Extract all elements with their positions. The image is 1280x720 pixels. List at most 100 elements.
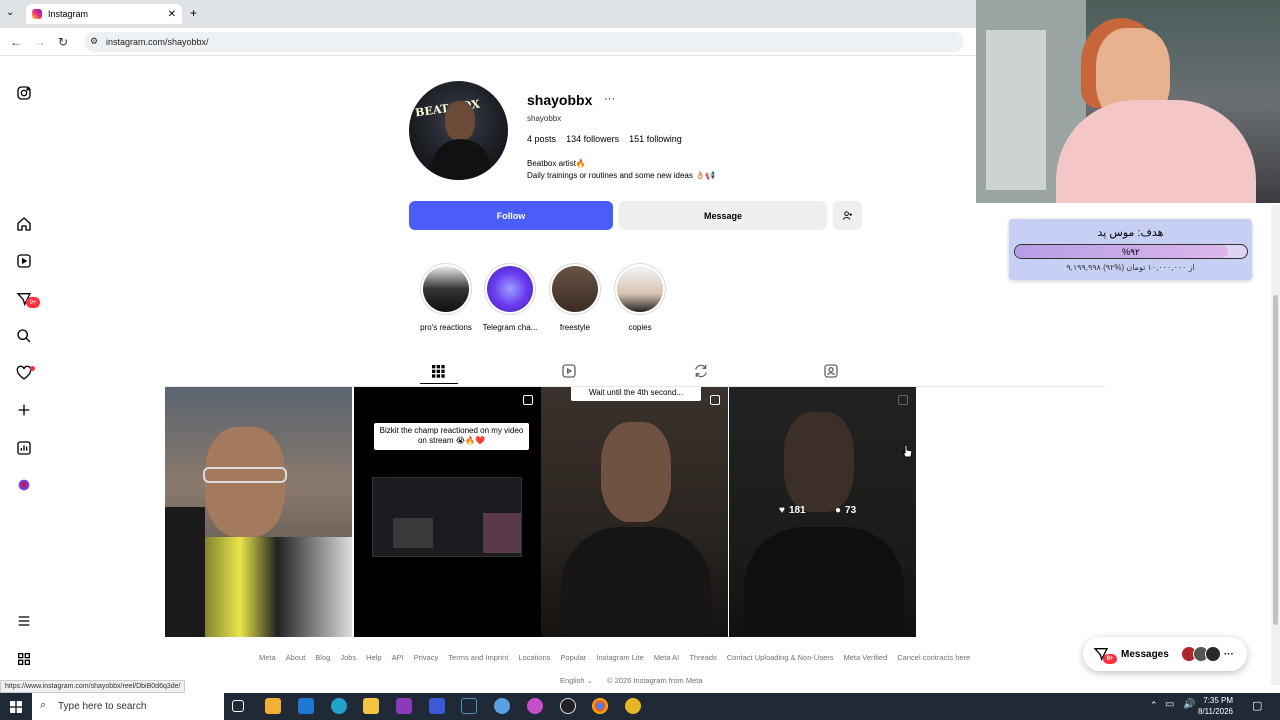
donation-progress-bar: %۹۲ (1014, 244, 1248, 259)
footer-link[interactable]: Privacy (414, 653, 439, 662)
highlight-telegram[interactable]: Telegram cha... (482, 263, 538, 332)
footer-link[interactable]: Contact Uploading & Non-Users (727, 653, 834, 662)
donation-amount: ۹,۱۹۹,۹۹۸ از ۱۰,۰۰۰,۰۰۰ تومان (%۹۲) (1066, 263, 1195, 272)
more-options-icon[interactable]: ··· (604, 93, 615, 105)
post-tile-4[interactable]: ♥ 181 ● 73 (729, 387, 916, 637)
posts-count: 4 posts (527, 134, 557, 144)
post-tile-1[interactable] (165, 387, 352, 637)
post-4-likes: ♥ 181 (779, 505, 806, 516)
profile-icon[interactable] (14, 475, 34, 495)
highlight-label: pro's reactions (420, 323, 472, 332)
app-calculator-icon[interactable] (265, 698, 281, 714)
menu-icon[interactable] (14, 611, 34, 631)
more-avatars-icon: ··· (1223, 648, 1234, 660)
reel-indicator-icon (523, 395, 533, 405)
message-button[interactable]: Message (619, 201, 827, 230)
messages-pill-label: Messages (1121, 648, 1169, 660)
reload-icon[interactable]: ↻ (58, 35, 68, 49)
home-icon[interactable] (14, 214, 34, 234)
instagram-logo-icon[interactable] (14, 83, 34, 103)
tray-volume-icon[interactable]: 🔊 (1183, 699, 1195, 710)
reels-icon[interactable] (14, 251, 34, 271)
clock-date: 8/11/2026 (1198, 707, 1233, 717)
search-icon: ⌕ (40, 699, 47, 711)
footer-link[interactable]: Threads (689, 653, 717, 662)
app-photos-icon[interactable] (494, 698, 510, 714)
notification-dot (30, 366, 35, 371)
footer-link[interactable]: Jobs (340, 653, 356, 662)
following-link[interactable]: 151 following (629, 134, 682, 144)
profile-stats: 4 posts 134 followers 151 following (527, 134, 682, 144)
taskbar-search-input[interactable]: ⌕ Type here to search (32, 693, 224, 720)
app-outlook-icon[interactable] (298, 698, 314, 714)
back-icon[interactable]: ← (10, 35, 22, 49)
footer-link[interactable]: Blog (315, 653, 330, 662)
tab-list-dropdown-icon[interactable]: ⌄ (6, 7, 14, 18)
highlight-pros-reactions[interactable]: pro's reactions (418, 263, 474, 332)
tray-network-icon[interactable]: ▭ (1165, 699, 1174, 710)
create-icon[interactable] (14, 400, 34, 420)
app-obs-icon[interactable] (560, 698, 576, 714)
avatar-body (431, 139, 491, 180)
suggest-people-button[interactable] (833, 201, 862, 230)
search-icon[interactable] (14, 326, 34, 346)
task-view-icon[interactable] (232, 700, 244, 712)
footer-link[interactable]: Popular (560, 653, 586, 662)
messages-badge: 9+ (26, 297, 40, 308)
url-field[interactable]: ⚙ instagram.com/shayobbx/ (84, 32, 964, 52)
site-info-icon[interactable]: ⚙ (90, 36, 98, 47)
app-misc-icon[interactable] (625, 698, 641, 714)
windows-start-icon[interactable] (0, 693, 32, 720)
highlight-label: freestyle (559, 323, 591, 332)
footer-link[interactable]: Instagram Lite (596, 653, 644, 662)
apps-icon[interactable] (14, 649, 34, 669)
scrollbar-thumb[interactable] (1273, 295, 1278, 625)
app-rider-icon[interactable] (396, 698, 412, 714)
highlight-copies[interactable]: copies (612, 263, 668, 332)
address-bar-row: ← → ↻ ⚙ instagram.com/shayobbx/ (0, 28, 976, 56)
followers-link[interactable]: 134 followers (566, 134, 619, 144)
reels-tab-icon[interactable] (561, 363, 577, 379)
profile-username: shayobbx (527, 92, 593, 108)
post-3-shirt (561, 527, 711, 637)
insights-icon[interactable] (14, 438, 34, 458)
browser-tab-instagram[interactable]: Instagram ✕ (26, 4, 182, 24)
taskbar-search-placeholder: Type here to search (58, 701, 147, 712)
app-edge-icon[interactable] (331, 698, 347, 714)
clock-time: 7:35 PM (1203, 696, 1233, 705)
notifications-center-icon[interactable]: ▢ (1252, 699, 1262, 712)
forward-icon[interactable]: → (34, 35, 46, 49)
footer-link[interactable]: Locations (518, 653, 550, 662)
follow-button[interactable]: Follow (409, 201, 613, 230)
highlight-freestyle[interactable]: freestyle (547, 263, 603, 332)
footer-link[interactable]: Meta Verified (843, 653, 887, 662)
posts-grid-icon[interactable] (430, 363, 446, 379)
language-select[interactable]: English ⌄ (560, 676, 593, 685)
page-scrollbar[interactable] (1271, 205, 1280, 685)
app-file-explorer-icon[interactable] (363, 698, 379, 714)
close-tab-icon[interactable]: ✕ (168, 9, 176, 20)
app-chrome-icon[interactable] (592, 698, 608, 714)
footer-link[interactable]: API (392, 653, 404, 662)
messages-pill[interactable]: 9+ Messages ··· (1083, 637, 1247, 671)
footer-link[interactable]: About (286, 653, 306, 662)
footer-link[interactable]: Terms and Imprint (448, 653, 508, 662)
post-tile-2[interactable]: Bizkit the champ reactioned on my video … (354, 387, 541, 637)
footer-link[interactable]: Meta (259, 653, 276, 662)
post-tile-3[interactable]: Wait until the 4th second... (541, 387, 728, 637)
reel-indicator-icon (898, 395, 908, 405)
donation-percent: %۹۲ (1122, 247, 1140, 257)
app-steam-icon[interactable] (461, 698, 477, 714)
footer-link[interactable]: Meta AI (654, 653, 679, 662)
new-tab-icon[interactable]: + (190, 6, 197, 20)
taskbar-clock[interactable]: 7:35 PM 8/11/2026 (1198, 695, 1233, 717)
app-charts-icon[interactable] (429, 698, 445, 714)
post-1-microphone (165, 507, 205, 637)
profile-avatar[interactable]: BEAT BOX (409, 81, 508, 180)
footer-link[interactable]: Help (366, 653, 381, 662)
footer-link[interactable]: Cancel contracts here (897, 653, 970, 662)
app-game-icon[interactable] (527, 698, 543, 714)
tagged-tab-icon[interactable] (823, 363, 839, 379)
tray-chevron-icon[interactable]: ⌃ (1150, 700, 1158, 711)
reposts-tab-icon[interactable] (693, 363, 709, 379)
